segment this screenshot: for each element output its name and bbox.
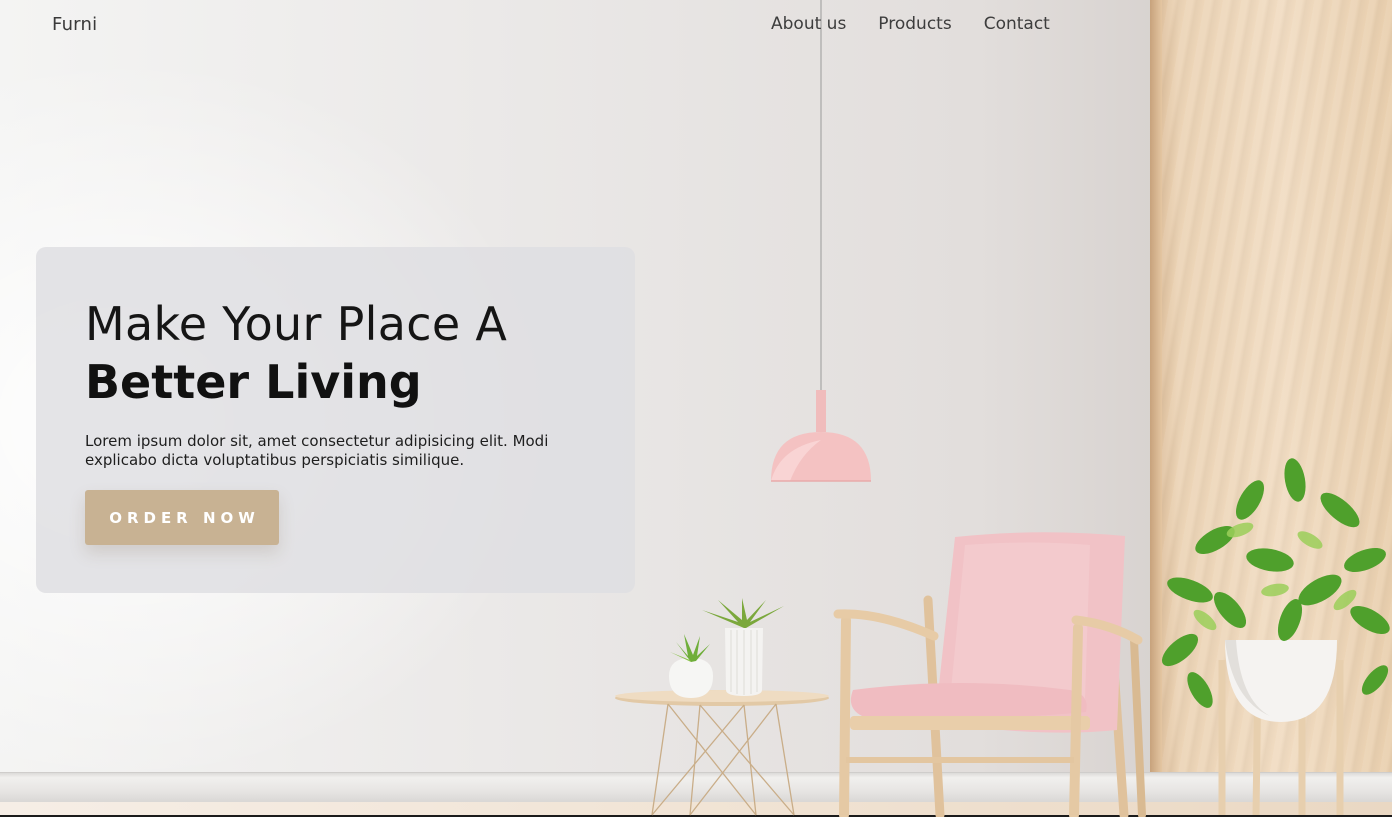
potted-plant-image bbox=[1161, 458, 1390, 816]
nav-link-contact[interactable]: Contact bbox=[984, 14, 1050, 34]
order-now-button[interactable]: ORDER NOW bbox=[85, 490, 279, 545]
armchair-image bbox=[833, 532, 1146, 817]
side-table-image bbox=[615, 690, 829, 816]
nav-link-about-us[interactable]: About us bbox=[771, 14, 846, 34]
hero-title-line2: Better Living bbox=[85, 355, 422, 409]
hero-card: Make Your Place A Better Living Lorem ip… bbox=[36, 247, 635, 593]
brand-logo[interactable]: Furni bbox=[52, 14, 97, 35]
vase-plant-image bbox=[702, 598, 784, 696]
hero-description: Lorem ipsum dolor sit, amet consectetur … bbox=[85, 432, 549, 469]
nav-link-products[interactable]: Products bbox=[878, 14, 951, 34]
hero-title-line1: Make Your Place A bbox=[85, 297, 508, 351]
nav-links: About us Products Contact bbox=[771, 14, 1050, 34]
small-succulent-image bbox=[669, 634, 713, 698]
pendant-lamp-image bbox=[771, 0, 871, 482]
top-nav: Furni About us Products Contact bbox=[0, 14, 1392, 38]
